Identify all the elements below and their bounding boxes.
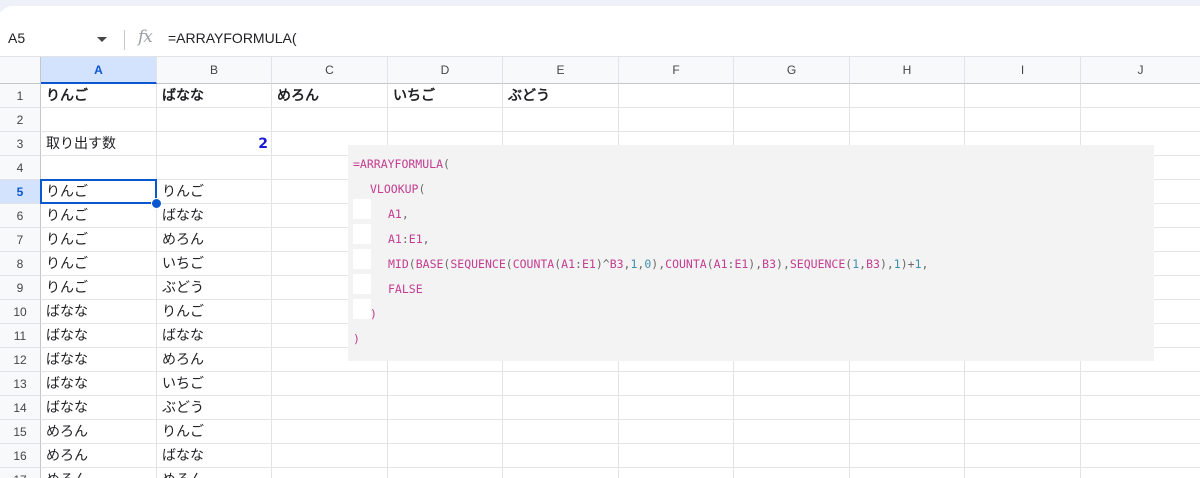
name-box[interactable]: A5 bbox=[8, 30, 25, 46]
column-header-e[interactable]: E bbox=[503, 57, 619, 84]
cell-b6[interactable]: ばなな bbox=[157, 204, 272, 228]
cell-b13[interactable]: いちご bbox=[157, 372, 272, 396]
cell-a14[interactable]: ばなな bbox=[41, 396, 157, 420]
column-header-c[interactable]: C bbox=[272, 57, 388, 84]
code-line-4: A1:E1, bbox=[388, 232, 430, 246]
formula-bar-divider bbox=[124, 30, 125, 50]
cell-a3[interactable]: 取り出す数 bbox=[41, 132, 157, 156]
column-header-j[interactable]: J bbox=[1081, 57, 1200, 84]
indent-guide bbox=[353, 224, 371, 244]
row-header-5[interactable]: 5 bbox=[0, 180, 41, 204]
cell-b15[interactable]: りんご bbox=[157, 420, 272, 444]
cell-a8[interactable]: りんご bbox=[41, 252, 157, 276]
fill-handle[interactable] bbox=[151, 198, 162, 209]
cell-b10[interactable]: りんご bbox=[157, 300, 272, 324]
row-header-17[interactable]: 17 bbox=[0, 468, 41, 478]
cell-b9[interactable]: ぶどう bbox=[157, 276, 272, 300]
indent-guide bbox=[353, 249, 371, 269]
cell-a11[interactable]: ばなな bbox=[41, 324, 157, 348]
cell-b14[interactable]: ぶどう bbox=[157, 396, 272, 420]
window-top-strip bbox=[0, 0, 1200, 18]
indent-guide bbox=[353, 199, 371, 219]
formula-code-overlay: =ARRAYFORMULA( VLOOKUP( A1, A1:E1, MID(B… bbox=[348, 145, 1154, 361]
select-all-corner[interactable] bbox=[0, 57, 41, 84]
code-line-6: FALSE bbox=[388, 282, 423, 296]
column-header-i[interactable]: I bbox=[965, 57, 1081, 84]
code-line-2: VLOOKUP( bbox=[370, 182, 426, 196]
cell-e1[interactable]: ぶどう bbox=[503, 84, 619, 108]
cell-a17[interactable]: めろん bbox=[41, 468, 157, 478]
cell-a16[interactable]: めろん bbox=[41, 444, 157, 468]
row-header-14[interactable]: 14 bbox=[0, 396, 41, 420]
cell-a6[interactable]: りんご bbox=[41, 204, 157, 228]
formula-bar: A5 fx =ARRAYFORMULA( bbox=[0, 24, 1200, 57]
cell-c1[interactable]: めろん bbox=[272, 84, 388, 108]
formula-input[interactable]: =ARRAYFORMULA( bbox=[168, 30, 296, 46]
cell-b17[interactable]: めろん bbox=[157, 468, 272, 478]
cell-a7[interactable]: りんご bbox=[41, 228, 157, 252]
column-header-f[interactable]: F bbox=[619, 57, 734, 84]
cell-a10[interactable]: ばなな bbox=[41, 300, 157, 324]
column-header-g[interactable]: G bbox=[734, 57, 850, 84]
row-header-8[interactable]: 8 bbox=[0, 252, 41, 276]
code-line-1: =ARRAYFORMULA( bbox=[353, 157, 450, 171]
cell-a1[interactable]: りんご bbox=[41, 84, 157, 108]
column-header-b[interactable]: B bbox=[157, 57, 272, 84]
code-line-5: MID(BASE(SEQUENCE(COUNTA(A1:E1)^B3,1,0),… bbox=[388, 257, 929, 271]
row-header-15[interactable]: 15 bbox=[0, 420, 41, 444]
row-header-6[interactable]: 6 bbox=[0, 204, 41, 228]
cell-d1[interactable]: いちご bbox=[388, 84, 503, 108]
cell-b1[interactable]: ばなな bbox=[157, 84, 272, 108]
cell-a12[interactable]: ばなな bbox=[41, 348, 157, 372]
column-header-h[interactable]: H bbox=[850, 57, 965, 84]
row-header-11[interactable]: 11 bbox=[0, 324, 41, 348]
cell-a15[interactable]: めろん bbox=[41, 420, 157, 444]
cell-a9[interactable]: りんご bbox=[41, 276, 157, 300]
row-header-7[interactable]: 7 bbox=[0, 228, 41, 252]
row-header-1[interactable]: 1 bbox=[0, 84, 41, 108]
indent-guide bbox=[353, 274, 371, 294]
row-header-2[interactable]: 2 bbox=[0, 108, 41, 132]
row-header-10[interactable]: 10 bbox=[0, 300, 41, 324]
cell-b16[interactable]: ばなな bbox=[157, 444, 272, 468]
name-box-dropdown-icon[interactable] bbox=[97, 37, 107, 42]
fx-icon: fx bbox=[138, 27, 153, 47]
row-header-3[interactable]: 3 bbox=[0, 132, 41, 156]
cell-b8[interactable]: いちご bbox=[157, 252, 272, 276]
column-header-d[interactable]: D bbox=[388, 57, 503, 84]
code-line-7: ) bbox=[370, 307, 377, 321]
cell-a13[interactable]: ばなな bbox=[41, 372, 157, 396]
indent-guide bbox=[353, 299, 371, 319]
cell-b12[interactable]: めろん bbox=[157, 348, 272, 372]
code-line-8: ) bbox=[353, 332, 360, 346]
cell-b5[interactable]: りんご bbox=[157, 180, 272, 204]
row-header-16[interactable]: 16 bbox=[0, 444, 41, 468]
row-header-13[interactable]: 13 bbox=[0, 372, 41, 396]
column-header-a[interactable]: A bbox=[41, 57, 157, 84]
row-header-9[interactable]: 9 bbox=[0, 276, 41, 300]
row-header-12[interactable]: 12 bbox=[0, 348, 41, 372]
cell-b3[interactable]: 2 bbox=[157, 132, 272, 156]
cell-b11[interactable]: ばなな bbox=[157, 324, 272, 348]
code-line-3: A1, bbox=[388, 207, 409, 221]
cell-b7[interactable]: めろん bbox=[157, 228, 272, 252]
row-header-4[interactable]: 4 bbox=[0, 156, 41, 180]
active-cell-border bbox=[40, 179, 157, 204]
